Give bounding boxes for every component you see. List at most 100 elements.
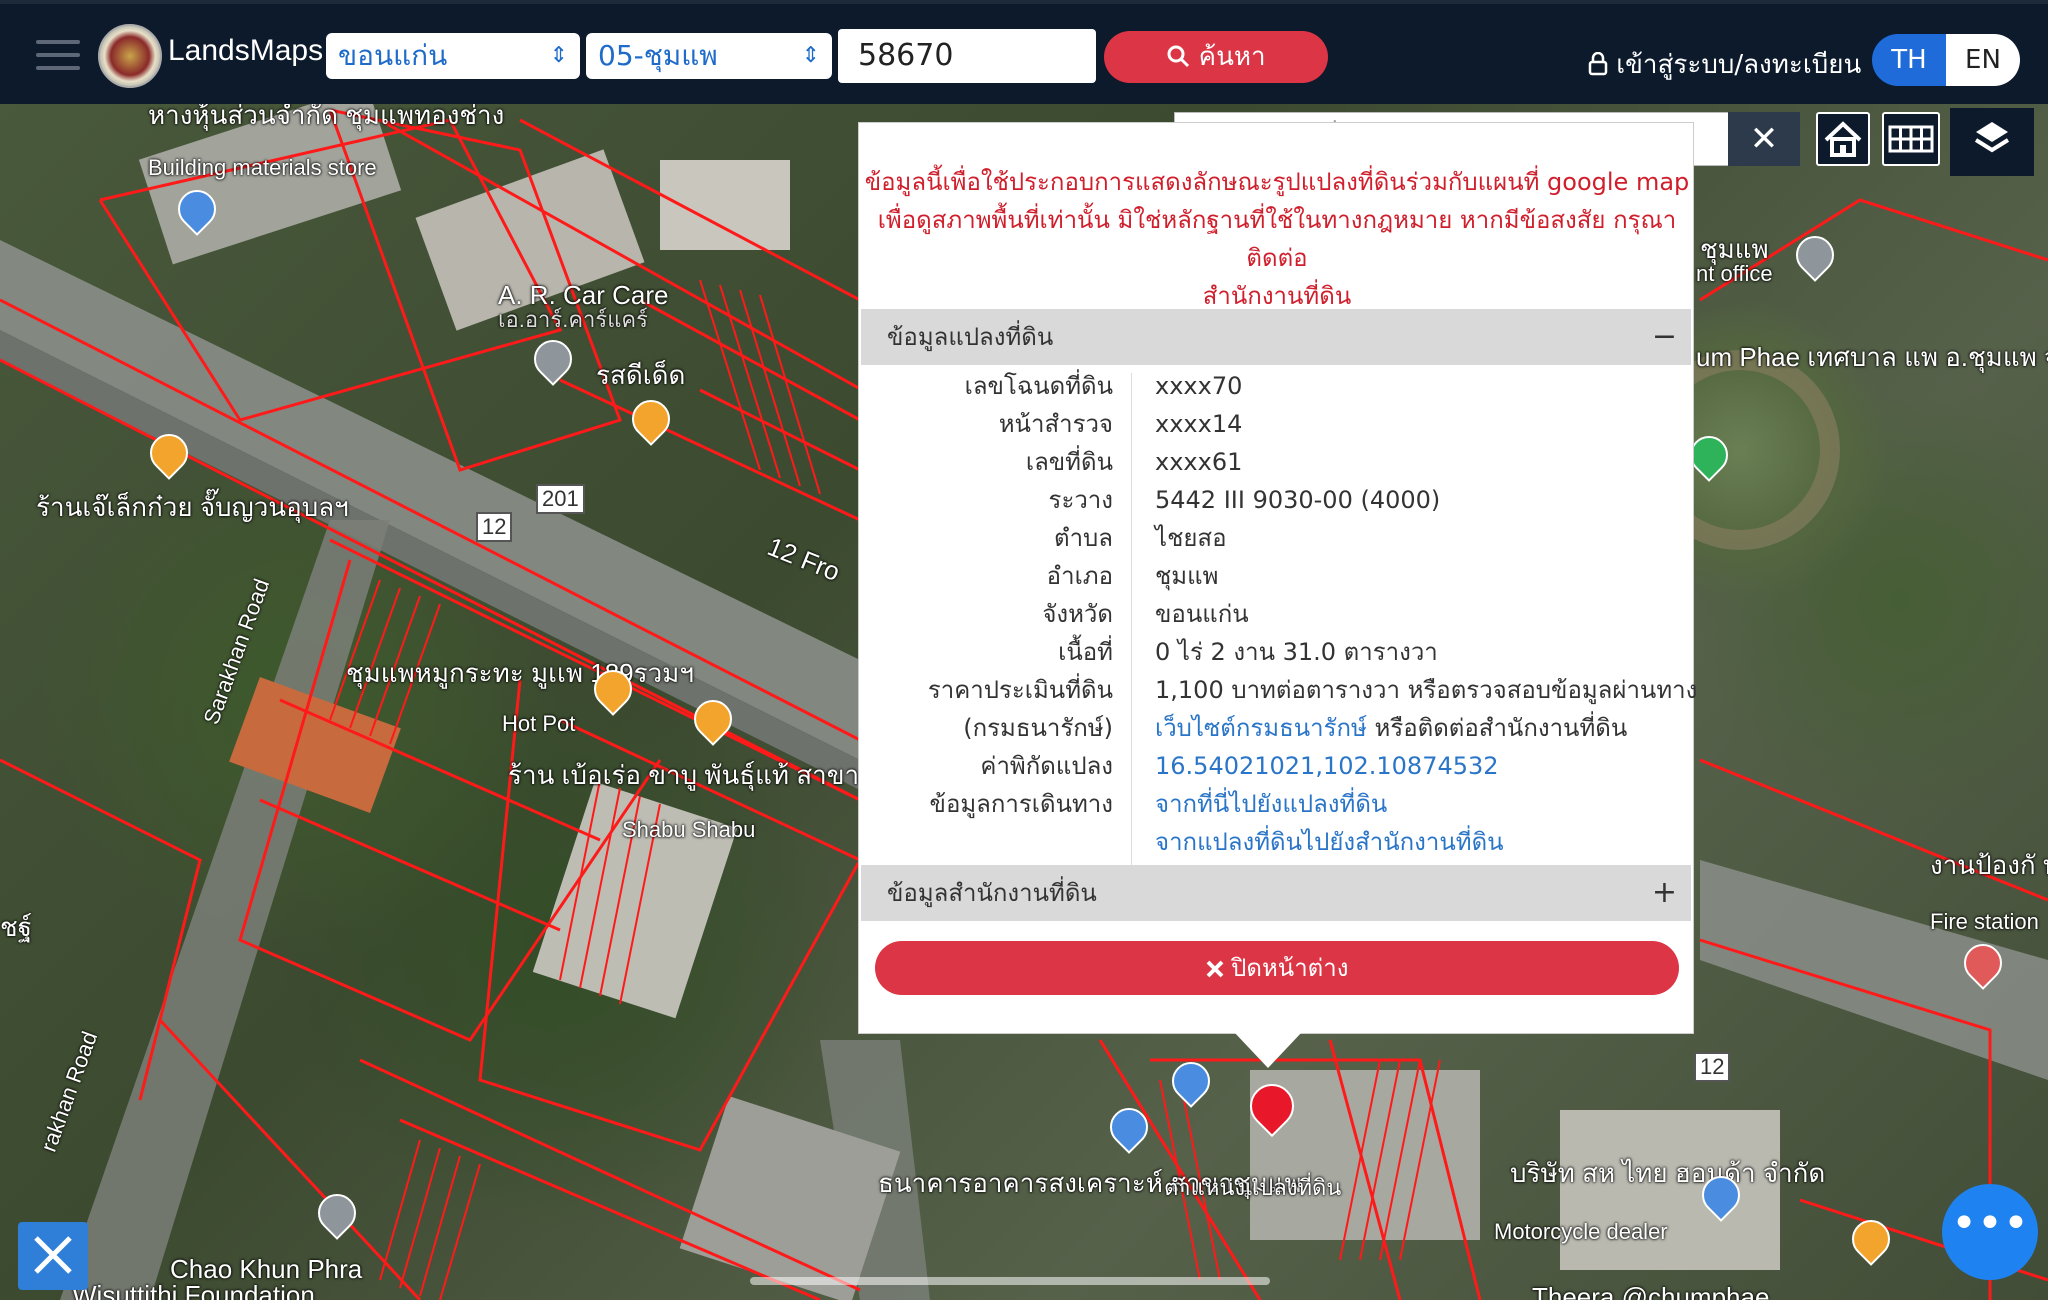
row-value: ไชยสอ [1155,524,1227,552]
home-button[interactable] [1816,112,1870,166]
table-row: ราคาประเมินที่ดิน 1,100 บาทต่อตารางวา หร… [861,671,1698,709]
map-label-thai-left: ชฐ์ [0,912,32,942]
table-row: ระวาง 5442 III 9030-00 (4000) [861,481,1691,519]
map-label-foundation: Wisuttithi Foundation [72,1280,315,1300]
more-dots-icon: ••• [1951,1198,2029,1249]
table-row: เลขโฉนดที่ดิน xxxx70 [861,367,1691,405]
lang-th-button[interactable]: TH [1872,34,1946,86]
table-row: เนื้อที่ 0 ไร่ 2 งาน 31.0 ตารางวา [861,633,1691,671]
row-label: จังหวัด [1042,600,1113,628]
row-value: xxxx14 [1155,410,1243,438]
close-icon [1206,960,1223,978]
row-label: ข้อมูลการเดินทาง [929,790,1113,818]
search-icon [1167,45,1190,68]
land-info-section-title: ข้อมูลแปลงที่ดิน [887,323,1054,351]
row-value: ชุมแพ [1155,562,1219,590]
map-label-bottom-right: Theera @chumphae [1532,1282,1770,1300]
landmark-clear-button[interactable]: ✕ [1728,112,1800,166]
close-window-button[interactable]: ปิดหน้าต่าง [875,941,1679,995]
building-block [1560,1110,1780,1270]
login-link[interactable]: เข้าสู่ระบบ/ลงทะเบียน [1588,44,1861,85]
map-label-district-office-th: ชุมแพ [1700,234,1769,264]
treasury-website-link[interactable]: เว็บไซต์กรมธนารักษ์ [1155,714,1367,742]
row-value: xxxx61 [1155,448,1243,476]
map-label-hotpot: ชุมแพหมูกระทะ มูเเพ 189รวมฯ [346,658,694,688]
lock-icon [1588,51,1608,76]
table-row: จากแปลงที่ดินไปยังสำนักงานที่ดิน [861,823,1691,861]
row-value: เว็บไซต์กรมธนารักษ์ หรือติดต่อสำนักงานที… [1155,709,1627,747]
grid-icon [1888,125,1934,153]
map-label-store-en: Building materials store [148,155,377,180]
close-window-label: ปิดหน้าต่าง [1231,954,1349,982]
home-icon [1824,121,1862,157]
district-select-value: 05-ชุมแพ [598,39,718,72]
top-bar: LandsMaps ขอนแก่น ⇕ 05-ชุมแพ ⇕ 58670 ค้น… [0,0,2048,104]
row-label: ระวาง [1048,486,1113,514]
collapse-icon[interactable]: − [1652,309,1677,365]
disclaimer-line: ข้อมูลนี้เพื่อใช้ประกอบการแสดงลักษณะรูปแ… [864,168,1690,196]
parcel-number-input[interactable]: 58670 [838,29,1096,83]
login-label: เข้าสู่ระบบ/ลงทะเบียน [1616,50,1862,80]
map-label-shabu-en: Shabu Shabu [622,817,756,842]
parcel-info-popup: ข้อมูลนี้เพื่อใช้ประกอบการแสดงลักษณะรูปแ… [858,122,1698,1034]
disclaimer-line: เพื่อดูสภาพพื้นที่เท่านั้น มิใช่หลักฐานท… [877,206,1677,272]
land-info-section-header[interactable]: ข้อมูลแปลงที่ดิน − [861,309,1691,365]
road-shield-12b: 12 [1694,1052,1731,1082]
road-shield-201: 201 [536,484,585,514]
row-label: เนื้อที่ [1058,638,1113,666]
home-indicator [750,1277,1270,1285]
expand-icon[interactable]: + [1652,865,1677,921]
table-row: อำเภอ ชุมแพ [861,557,1691,595]
search-button-label: ค้นหา [1198,42,1266,72]
map-label-chum-phae: um Phae เทศบาล แพ อ.ชุมแพ จ... [1696,342,2048,372]
row-value: ขอนแก่น [1155,600,1249,628]
map-label-noodle-shop: ร้านเจ๊เล็กก๋วย จั๊บญวนอุบลฯ [36,492,349,522]
road-shield-12: 12 [476,512,513,542]
row-label: ค่าพิกัดแปลง [980,752,1113,780]
map-label-store-th: หางหุ้นส่วนจำกัด ชุมแพทองช่าง [148,100,505,130]
district-select[interactable]: 05-ชุมแพ ⇕ [586,33,832,79]
select-chevron-icon: ⇕ [549,43,568,68]
popup-pointer [1234,1032,1302,1068]
more-options-button[interactable]: ••• [1942,1184,2038,1280]
table-row: ตำบล ไชยสอ [861,519,1691,557]
table-row: เลขที่ดิน xxxx61 [861,443,1691,481]
directions-to-parcel-link[interactable]: จากที่นี่ไปยังแปลงที่ดิน [1155,785,1387,823]
row-label: หน้าสำรวจ [998,410,1113,438]
table-row: ข้อมูลการเดินทาง จากที่นี่ไปยังแปลงที่ดิ… [861,785,1691,823]
row-value-rest: หรือติดต่อสำนักงานที่ดิน [1366,714,1628,742]
row-value: 5442 III 9030-00 (4000) [1155,486,1441,514]
office-info-section-header[interactable]: ข้อมูลสำนักงานที่ดิน + [861,865,1691,921]
directions-to-office-link[interactable]: จากแปลงที่ดินไปยังสำนักงานที่ดิน [1155,823,1504,861]
row-label: ราคาประเมินที่ดิน [927,676,1113,704]
map-label-honda-en: Motorcycle dealer [1494,1219,1668,1244]
row-label: อำเภอ [1046,562,1113,590]
map-label-honda-th: บริษัท สห ไทย ฮอนด้า จำกัด [1510,1158,1826,1188]
layers-icon [1974,122,2010,153]
map-label-fire-station-th: งานป้องกั บรรเทาส [1930,850,2048,880]
disclaimer-text: ข้อมูลนี้เพื่อใช้ประกอบการแสดงลักษณะรูปแ… [859,163,1695,315]
row-label: (กรมธนารักษ์) [963,714,1113,742]
row-label: เลขที่ดิน [1025,448,1113,476]
coordinates-link[interactable]: 16.54021021,102.10874532 [1155,747,1499,785]
map-label-land-position: ตำแหน่งแปลงที่ดิน [1164,1175,1342,1200]
table-row: จังหวัด ขอนแก่น [861,595,1691,633]
search-button[interactable]: ค้นหา [1104,31,1328,83]
map-label-ar-car-care-th: เอ.อาร์.คาร์แคร์ [498,307,648,332]
row-value: 0 ไร่ 2 งาน 31.0 ตารางวา [1155,638,1438,666]
layers-button[interactable] [1950,108,2034,176]
table-row: (กรมธนารักษ์) เว็บไซต์กรมธนารักษ์ หรือติ… [861,709,1691,747]
map-label-fire-station-en: Fire station [1930,909,2039,934]
map-label-district-office-en: nt office [1696,261,1773,286]
grid-button[interactable] [1882,112,1940,166]
province-select-value: ขอนแก่น [338,39,448,72]
landsmaps-logo [98,24,162,88]
brand-name: LandsMaps [168,34,324,67]
province-select[interactable]: ขอนแก่น ⇕ [326,33,580,79]
select-chevron-icon: ⇕ [801,43,820,68]
hamburger-menu-icon[interactable] [36,40,80,79]
lang-en-button[interactable]: EN [1946,34,2020,86]
row-label: เลขโฉนดที่ดิน [964,372,1113,400]
measure-tools-button[interactable] [18,1222,88,1290]
ruler-pencil-icon [34,1236,72,1274]
